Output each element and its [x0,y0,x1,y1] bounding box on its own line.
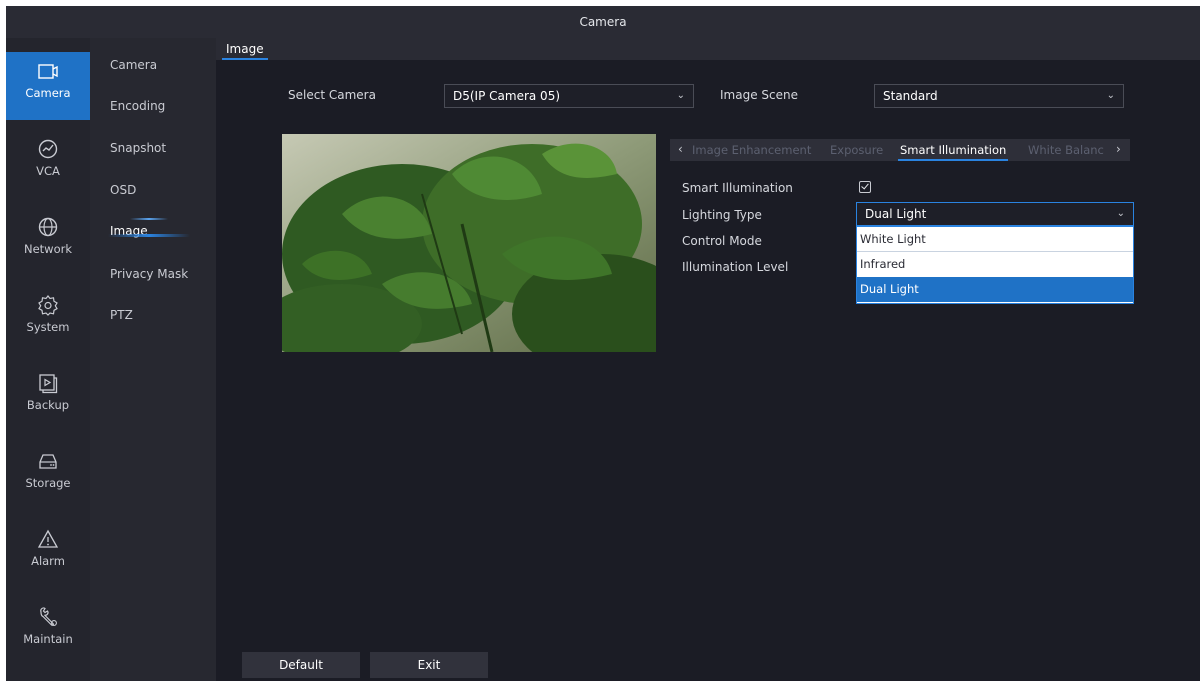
chevron-down-icon: ⌄ [1116,208,1125,219]
wrench-icon [40,607,57,626]
nav-item-camera[interactable]: Camera [6,52,90,120]
submenu-item-encoding[interactable]: Encoding [110,99,165,113]
nav-label: Backup [26,398,70,412]
smart-illumination-checkbox[interactable] [859,181,871,193]
active-tab-underline [898,159,1008,161]
tab-white-balance[interactable]: White Balanc [1028,143,1104,157]
tab-exposure[interactable]: Exposure [830,143,883,157]
option-infrared[interactable]: Infrared [857,252,1133,277]
submenu-item-osd[interactable]: OSD [110,183,136,197]
chevron-down-icon: ⌄ [676,90,685,101]
chevron-right-icon[interactable]: › [1116,142,1121,156]
lighting-type-label: Lighting Type [682,208,762,222]
nav-item-vca[interactable]: VCA [6,130,90,200]
image-scene-label: Image Scene [720,88,798,102]
nav-label: Alarm [31,554,65,568]
globe-icon [38,217,58,237]
submenu-item-privacy-mask[interactable]: Privacy Mask [110,267,188,281]
camera-icon [38,64,58,79]
nav-item-backup[interactable]: Backup [6,364,90,434]
control-mode-label: Control Mode [682,234,762,248]
option-white-light[interactable]: White Light [857,227,1133,252]
active-indicator-bottom [108,234,190,237]
submenu-item-ptz[interactable]: PTZ [110,308,133,322]
hdd-icon [39,454,57,469]
nav-label: Storage [25,476,71,490]
lighting-type-dropdown[interactable]: Dual Light ⌄ [856,202,1134,226]
nav-item-alarm[interactable]: Alarm [6,520,90,590]
nav-item-network[interactable]: Network [6,208,90,278]
chevron-left-icon[interactable]: ‹ [678,142,683,156]
image-scene-value: Standard [883,89,938,103]
submenu-item-snapshot[interactable]: Snapshot [110,141,166,155]
camera-settings-window: Camera Camera VCA Network System Backup … [6,6,1200,681]
submenu-item-camera[interactable]: Camera [110,58,157,72]
breadcrumb-underline [222,58,268,60]
exit-button[interactable]: Exit [370,652,488,678]
vca-icon [38,139,58,159]
window-title: Camera [6,6,1200,38]
active-indicator-top [130,218,168,220]
nav-item-system[interactable]: System [6,286,90,356]
nav-label: Camera [25,86,71,100]
select-camera-value: D5(IP Camera 05) [453,89,561,103]
select-camera-label: Select Camera [288,88,376,102]
lighting-type-value: Dual Light [865,207,927,221]
backup-icon [39,374,58,394]
smart-illumination-label: Smart Illumination [682,181,793,195]
breadcrumb[interactable]: Image [226,42,264,56]
default-button[interactable]: Default [242,652,360,678]
main-nav: Camera VCA Network System Backup Storage… [6,38,90,681]
nav-label: System [26,320,70,334]
tab-image-enhancement[interactable]: Image Enhancement [692,143,811,157]
sub-menu: Camera Encoding Snapshot OSD Image Priva… [90,38,216,681]
option-dual-light[interactable]: Dual Light [857,277,1133,302]
nav-label: Network [23,242,73,256]
illumination-level-label: Illumination Level [682,260,789,274]
tab-smart-illumination[interactable]: Smart Illumination [900,143,1006,157]
image-scene-dropdown[interactable]: Standard ⌄ [874,84,1124,108]
select-camera-dropdown[interactable]: D5(IP Camera 05) ⌄ [444,84,694,108]
nav-item-storage[interactable]: Storage [6,442,90,512]
nav-label: Maintain [23,632,73,646]
camera-preview [282,134,656,352]
chevron-down-icon: ⌄ [1106,90,1115,101]
content-area: Image Select Camera D5(IP Camera 05) ⌄ I… [216,38,1200,681]
nav-item-maintain[interactable]: Maintain [6,598,90,668]
settings-tab-bar: ‹ Image Enhancement Exposure Smart Illum… [670,139,1130,161]
breadcrumb-bar: Image [216,38,1200,60]
warning-icon [37,529,59,548]
lighting-type-options: White Light Infrared Dual Light [856,226,1134,304]
gear-icon [38,295,58,316]
nav-label: VCA [36,164,60,178]
